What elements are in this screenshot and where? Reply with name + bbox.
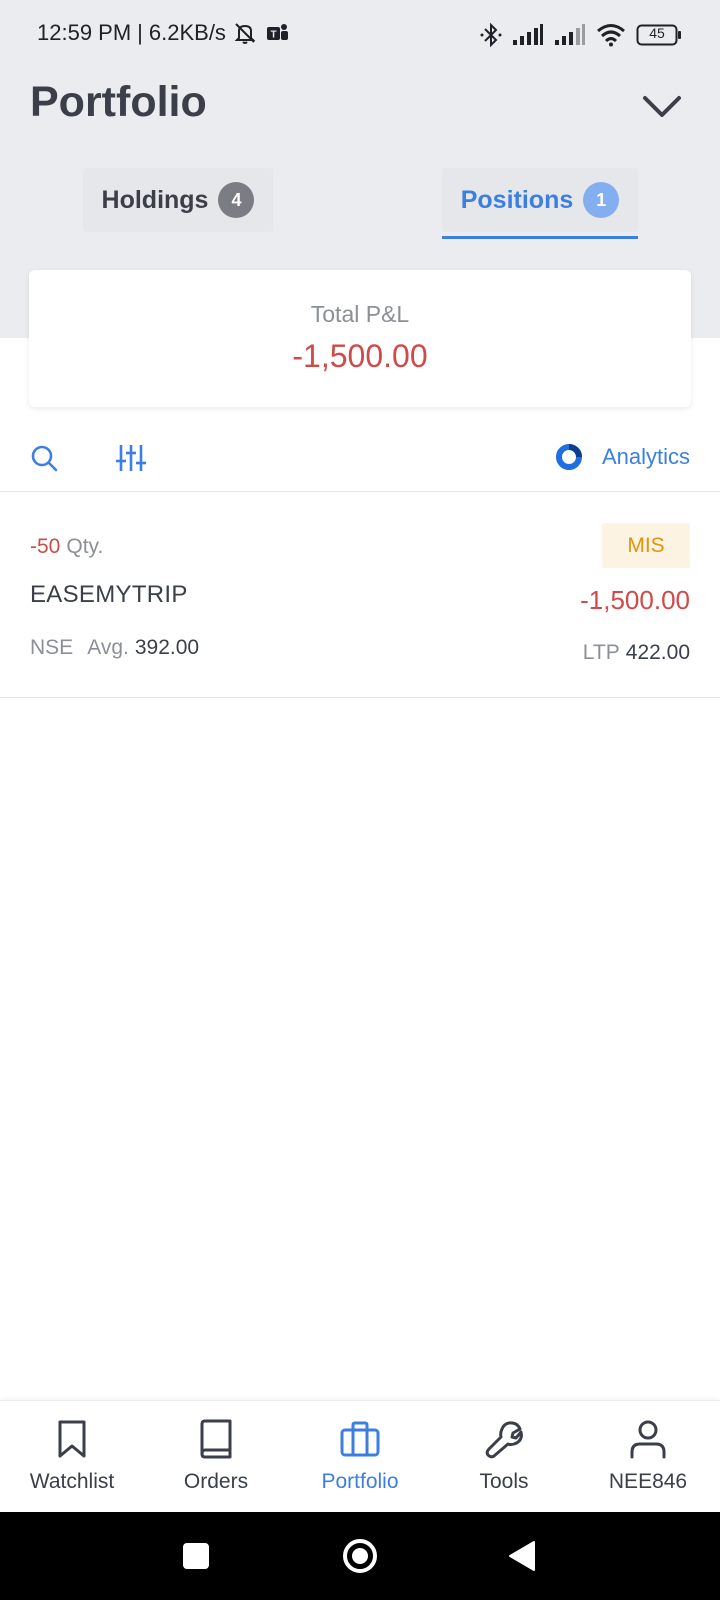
- tab-holdings-label: Holdings: [101, 185, 209, 214]
- signal-2-icon: [554, 24, 586, 46]
- nav-account[interactable]: NEE846: [576, 1401, 720, 1513]
- ltp-label: LTP: [582, 641, 620, 664]
- user-icon: [626, 1417, 670, 1461]
- nav-portfolio-label: Portfolio: [321, 1470, 399, 1493]
- position-symbol: EASEMYTRIP: [30, 581, 188, 608]
- qty-label: Qty.: [66, 535, 104, 558]
- status-left: 12:59 PM | 6.2KB/s T: [37, 20, 290, 46]
- nav-account-label: NEE846: [608, 1470, 688, 1493]
- analytics-icon: [554, 442, 584, 472]
- wrench-icon: [482, 1417, 526, 1461]
- active-tab-indicator: [442, 236, 638, 239]
- exchange-label: NSE: [30, 636, 74, 659]
- filter-sliders-icon[interactable]: [113, 440, 149, 476]
- signal-1-icon: [512, 24, 544, 46]
- nav-watchlist[interactable]: Watchlist: [0, 1401, 144, 1513]
- back-icon[interactable]: [500, 1534, 544, 1578]
- page-title: Portfolio: [30, 78, 207, 126]
- battery-icon: 45: [636, 23, 682, 47]
- svg-text:T: T: [270, 30, 276, 41]
- nav-tools[interactable]: Tools: [432, 1401, 576, 1513]
- positions-toolbar: Analytics: [0, 430, 720, 492]
- tab-positions-label: Positions: [460, 185, 574, 214]
- status-right: 45: [480, 22, 682, 48]
- analytics-label: Analytics: [601, 444, 690, 469]
- nav-orders[interactable]: Orders: [144, 1401, 288, 1513]
- avg-value: 392.00: [134, 636, 200, 659]
- bottom-navigation: Watchlist Orders Portfolio Tools NEE846: [0, 1400, 720, 1512]
- qty-value: -50: [30, 535, 61, 558]
- nav-watchlist-label: Watchlist: [29, 1470, 115, 1493]
- total-pnl-value: -1,500.00: [292, 338, 428, 374]
- position-ltp: LTP 422.00: [583, 641, 690, 665]
- holdings-count-badge: 4: [218, 182, 255, 218]
- chevron-down-icon[interactable]: [638, 88, 686, 124]
- positions-count-badge: 1: [583, 182, 620, 218]
- nav-tools-label: Tools: [479, 1470, 529, 1493]
- ltp-value: 422.00: [625, 641, 690, 664]
- book-icon: [194, 1417, 238, 1461]
- home-icon[interactable]: [338, 1534, 382, 1578]
- total-pnl-card: Total P&L -1,500.00: [29, 270, 691, 407]
- status-bar: 12:59 PM | 6.2KB/s T 45: [0, 0, 720, 70]
- tab-holdings[interactable]: Holdings 4: [83, 168, 273, 232]
- position-row[interactable]: -50 Qty. EASEMYTRIP NSE Avg. 392.00 MIS -1,…: [0, 493, 720, 698]
- mute-bell-icon: [232, 20, 258, 46]
- product-type-badge: MIS: [602, 523, 690, 568]
- status-time: 12:59 PM: [37, 20, 132, 45]
- position-qty: -50 Qty.: [30, 535, 103, 559]
- search-icon[interactable]: [26, 440, 62, 476]
- bookmark-icon: [50, 1417, 94, 1461]
- status-net-speed: 6.2KB/s: [148, 20, 226, 45]
- tab-positions[interactable]: Positions 1: [442, 168, 638, 232]
- wifi-icon: [596, 23, 626, 47]
- total-pnl-label: Total P&L: [310, 301, 410, 327]
- avg-label: Avg.: [87, 636, 129, 659]
- status-separator: |: [137, 20, 143, 45]
- teams-icon: T: [264, 20, 290, 46]
- recent-apps-icon[interactable]: [174, 1534, 218, 1578]
- analytics-button[interactable]: Analytics: [554, 442, 690, 472]
- bluetooth-icon: [480, 22, 502, 48]
- system-navigation-bar: [0, 1512, 720, 1600]
- briefcase-icon: [338, 1417, 382, 1461]
- position-meta: NSE Avg. 392.00: [30, 636, 199, 660]
- nav-orders-label: Orders: [183, 1470, 249, 1493]
- nav-portfolio[interactable]: Portfolio: [288, 1401, 432, 1513]
- position-pnl: -1,500.00: [580, 585, 690, 615]
- battery-level: 45: [649, 25, 665, 41]
